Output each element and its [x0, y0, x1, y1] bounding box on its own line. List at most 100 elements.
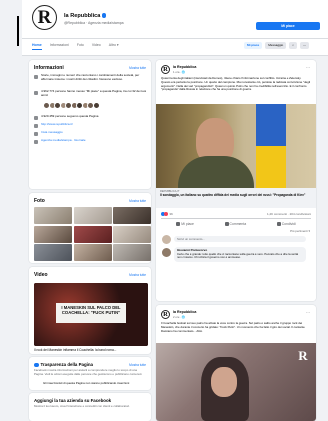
like-page-button[interactable]: Mi piace	[256, 22, 320, 30]
tab-photos[interactable]: Foto	[77, 43, 84, 50]
info-card: Informazioni Mostra tutte Storie, immagi…	[29, 60, 151, 189]
page-logo[interactable]: R	[32, 5, 57, 30]
more-options-icon[interactable]: ⋯	[299, 42, 310, 49]
info-icon	[34, 74, 38, 79]
post-date[interactable]: 1 ora · 🌐	[173, 70, 185, 74]
avatar[interactable]	[162, 248, 171, 257]
photo-grid	[34, 207, 151, 261]
photos-card: Foto Mostra tutte	[29, 193, 151, 263]
info-website-row: http://www.repubblica.it/	[34, 122, 147, 128]
comment-icon	[224, 222, 229, 226]
nav-divider	[22, 38, 328, 39]
info-title: Informazioni	[34, 65, 64, 71]
video-more-link[interactable]: Mostra tutte	[129, 273, 146, 277]
messenger-icon	[34, 131, 38, 136]
post-avatar[interactable]: R	[161, 310, 170, 319]
love-reaction-icon	[164, 212, 168, 217]
post-actions: Mi piace Commenta Condividi	[161, 218, 311, 226]
transparency-more-link[interactable]: Mostra tutte	[129, 363, 146, 367]
post-image[interactable]: R	[156, 343, 316, 421]
post-author[interactable]: la Repubblica	[173, 65, 196, 69]
link-title: Il sondaggio, un italiano su quattro dif…	[160, 193, 306, 197]
avatar[interactable]	[162, 235, 171, 244]
avatar[interactable]	[92, 102, 100, 109]
post-avatar-letter: R	[163, 66, 168, 73]
page-name[interactable]: la Repubblica	[64, 13, 100, 19]
thumbs-up-icon	[176, 222, 181, 226]
reaction-count: 3K	[169, 212, 174, 216]
post-author[interactable]: la Repubblica	[173, 310, 196, 314]
comment-sort[interactable]: Più pertinenti ▾	[290, 229, 310, 233]
page-name-row: la Repubblica	[64, 13, 107, 19]
photo-thumb[interactable]	[34, 225, 72, 243]
photo-thumb[interactable]	[34, 207, 72, 224]
page-handle: @Repubblica · Agenzia media/stampa	[64, 21, 124, 25]
followers-icon	[34, 115, 38, 120]
comment-text: Certo che è grande: tutto quello che ci …	[177, 251, 299, 260]
photos-more-link[interactable]: Mostra tutte	[129, 199, 146, 203]
info-circle-icon	[34, 362, 39, 368]
transparency-text: Facebook mostra informazioni per aiutart…	[34, 368, 143, 376]
post-image[interactable]	[156, 104, 316, 188]
post-text: Il Coachella festival sul suo palco ha a…	[161, 321, 305, 333]
post-date[interactable]: 2 ore · 🌐	[173, 315, 185, 319]
photo-thumb[interactable]	[113, 244, 151, 261]
info-more-link[interactable]: Mostra tutte	[129, 66, 146, 70]
link-preview[interactable]: REPUBBLICA.IT Il sondaggio, un italiano …	[156, 188, 316, 208]
comment-action-button[interactable]: Commenta	[224, 222, 247, 226]
info-description-row: Storie, immagini e numeri che raccontano…	[34, 73, 147, 82]
reaction-count-row[interactable]: 3K	[161, 212, 174, 217]
share-action-label: Condividi	[281, 222, 296, 226]
info-likes: 4.962.774 persone hanno messo "Mi piace"…	[41, 89, 147, 97]
post-options-icon[interactable]: ⋯	[306, 310, 310, 315]
more-glyph: ⋯	[302, 43, 307, 47]
post-avatar[interactable]: R	[161, 65, 170, 74]
search-icon[interactable]: ⌕	[289, 42, 297, 49]
tag-icon	[34, 139, 38, 144]
photo-thumb[interactable]	[113, 207, 151, 224]
video-banner: I MANESKIN SUL PALCO DEL COACHELLA: "FUC…	[56, 303, 126, 323]
like-button-label: Mi piace	[281, 24, 295, 28]
tab-home[interactable]: Home	[32, 43, 42, 50]
reaction-summary: 3K 1,2K commenti · 204 condivisioni	[161, 212, 311, 217]
like-small-button[interactable]: Mi piace	[244, 42, 263, 49]
info-message-row: Invia messaggio	[34, 130, 147, 136]
info-category-row: Agenzia media/stampa · Giornale	[34, 138, 147, 144]
photos-title: Foto	[34, 198, 45, 204]
comment-share-count[interactable]: 1,2K commenti · 204 condivisioni	[267, 212, 311, 216]
info-category[interactable]: Agenzia media/stampa · Giornale	[41, 138, 86, 144]
like-action-button[interactable]: Mi piace	[176, 222, 194, 226]
info-description: Storie, immagini e numeri che raccontano…	[41, 73, 140, 81]
info-message[interactable]: Invia messaggio	[41, 130, 63, 136]
info-website[interactable]: http://www.repubblica.it/	[41, 122, 73, 128]
tab-videos[interactable]: Video	[92, 43, 101, 50]
message-button[interactable]: Messaggio	[265, 42, 287, 49]
post-card: R la Repubblica 2 ore · 🌐 ⋯ Il Coachella…	[156, 305, 316, 421]
photo-thumb[interactable]	[34, 244, 72, 261]
transparency-card: Trasparenza della Pagina Mostra tutte Fa…	[29, 357, 151, 390]
photo-thumb[interactable]	[73, 207, 112, 224]
tab-more[interactable]: Altro ▾	[109, 43, 119, 50]
person-face	[211, 367, 237, 397]
photo-thumb[interactable]	[73, 244, 112, 261]
message-label: Messaggio	[268, 43, 284, 47]
header-actions: Mi piace Messaggio ⌕ ⋯	[244, 42, 310, 49]
comment-input[interactable]: Scrivi un commento...	[174, 236, 306, 242]
share-action-button[interactable]: Condividi	[276, 222, 296, 226]
comment-action-label: Commenta	[229, 222, 247, 226]
globe-icon	[34, 123, 38, 128]
info-likes-row: 4.962.774 persone hanno messo "Mi piace"…	[34, 89, 147, 98]
post-avatar-letter: R	[163, 311, 168, 318]
left-edge-mark	[17, 16, 19, 46]
tab-info[interactable]: Informazioni	[50, 43, 69, 50]
photo-thumb[interactable]	[113, 225, 151, 243]
post-options-icon[interactable]: ⋯	[306, 65, 310, 70]
info-followers: 4.920.459 persone seguono questa Pagina	[41, 114, 99, 118]
photo-thumb[interactable]	[73, 225, 112, 243]
transparency-ads: Gli inserzionisti di questa Pagina non s…	[43, 381, 130, 385]
facebook-page: R la Repubblica @Repubblica · Agenzia me…	[0, 0, 328, 421]
video-caption[interactable]: Il rock dei Maneskin infiamma il Coachel…	[34, 348, 116, 352]
page-header: R la Repubblica @Repubblica · Agenzia me…	[22, 0, 328, 56]
business-title: Aggiungi la tua azienda su Facebook	[34, 398, 112, 403]
video-thumbnail[interactable]: I MANESKIN SUL PALCO DEL COACHELLA: "FUC…	[34, 283, 148, 346]
